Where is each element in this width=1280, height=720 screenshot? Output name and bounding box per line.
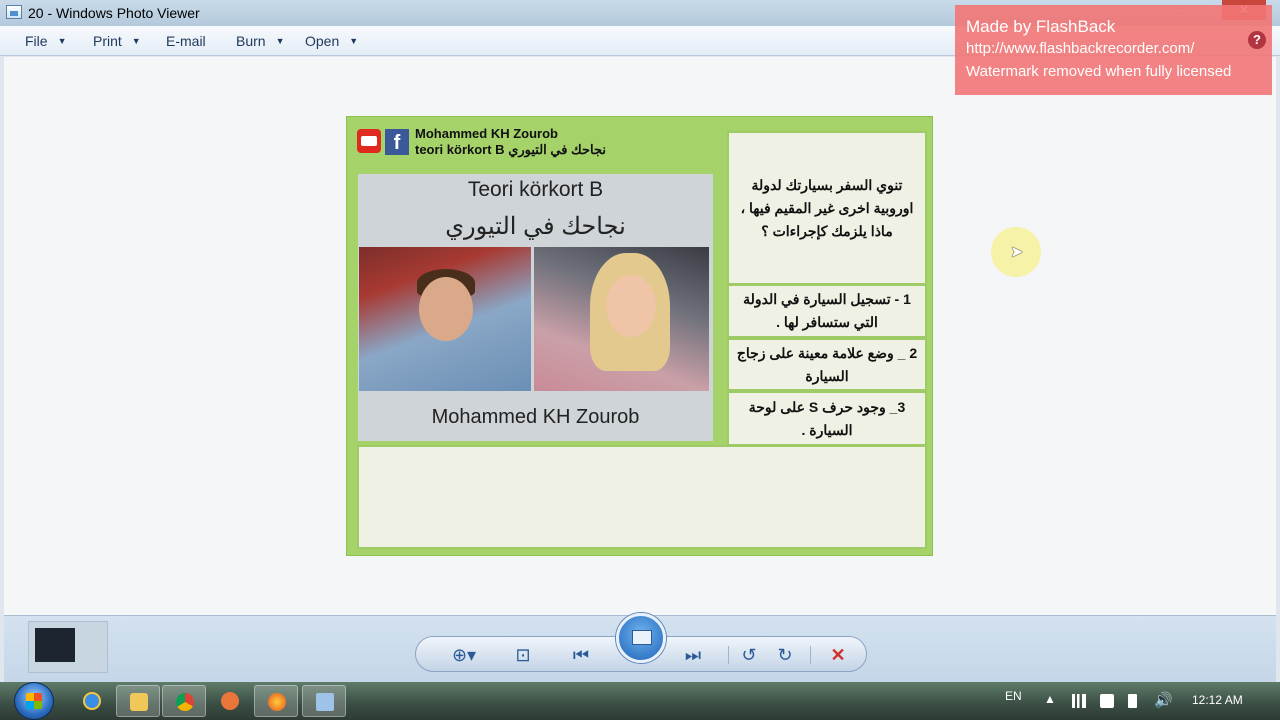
language-indicator[interactable]: EN — [1005, 689, 1022, 703]
delete-icon[interactable]: ✕ — [824, 643, 852, 667]
poster-title: Teori körkort B — [467, 178, 604, 201]
course-poster: Teori körkort B نجاحك في التيوري Mohamme… — [358, 174, 713, 441]
taskbar: EN ▲ 🔊 12:12 AM — [0, 682, 1280, 720]
menu-open-label: Open — [305, 33, 340, 49]
answer-area — [357, 445, 927, 549]
woman-in-car-photo — [534, 247, 709, 391]
photo-viewer-app-icon — [6, 5, 22, 19]
zoom-icon[interactable]: ⊕▾ — [446, 643, 482, 667]
answer-option-2: 2 _ وضع علامة معينة على زجاج السيارة — [727, 338, 927, 391]
chevron-down-icon: ▼ — [349, 36, 359, 46]
menu-print[interactable]: Print ▼ — [93, 33, 141, 49]
previous-icon[interactable]: ⏮ — [566, 643, 596, 667]
menu-burn[interactable]: Burn ▼ — [236, 33, 285, 49]
youtube-icon — [357, 129, 381, 153]
network-icon[interactable] — [1072, 694, 1086, 708]
volume-icon[interactable]: 🔊 — [1154, 691, 1173, 709]
menu-file[interactable]: File ▼ — [25, 33, 66, 49]
start-button[interactable] — [14, 682, 54, 720]
windows-logo-icon — [26, 693, 42, 709]
question-text: تنوي السفر بسيارتك لدولة اوروبية اخرى غي… — [727, 131, 927, 285]
rotate-counterclockwise-icon[interactable]: ↺ — [736, 643, 762, 667]
photo-viewer-icon[interactable] — [302, 685, 346, 717]
help-icon[interactable]: ? — [1248, 31, 1266, 49]
answer-option-1: 1 - تسجيل السيارة في الدولة التي ستسافر … — [727, 284, 927, 338]
watermark-title: Made by FlashBack — [966, 17, 1116, 36]
window-title: 20 - Windows Photo Viewer — [28, 5, 200, 21]
facebook-icon: f — [385, 129, 409, 155]
next-icon[interactable]: ⏭ — [678, 643, 708, 667]
firefox-icon[interactable] — [254, 685, 298, 717]
man-in-car-photo — [359, 247, 531, 391]
displayed-image: f Mohammed KH Zourob teori körkort B نجا… — [346, 116, 933, 556]
battery-icon[interactable] — [1128, 694, 1137, 708]
rotate-clockwise-icon[interactable]: ↻ — [772, 643, 798, 667]
chevron-down-icon: ▼ — [275, 36, 285, 46]
ie-icon[interactable] — [70, 685, 114, 717]
media-player-icon[interactable] — [208, 685, 252, 717]
brand-subtitle: teori körkort B نجاحك في التيوري — [415, 142, 607, 157]
poster-author-name: Mohammed KH Zourob — [431, 406, 640, 428]
menu-open[interactable]: Open ▼ — [305, 33, 358, 49]
menu-print-label: Print — [93, 33, 122, 49]
chrome-icon[interactable] — [162, 685, 206, 717]
show-hidden-icons-icon[interactable]: ▲ — [1044, 692, 1056, 706]
chevron-down-icon: ▼ — [131, 36, 141, 46]
poster-arabic-title: نجاحك في التيوري — [445, 213, 626, 240]
menu-email[interactable]: E-mail — [166, 33, 206, 49]
menu-burn-label: Burn — [236, 33, 266, 49]
answer-option-3: 3_ وجود حرف S على لوحة السيارة . — [727, 391, 927, 446]
menu-file-label: File — [25, 33, 48, 49]
slideshow-button[interactable] — [616, 613, 666, 663]
action-center-icon[interactable] — [1100, 694, 1114, 708]
explorer-icon[interactable] — [116, 685, 160, 717]
menu-email-label: E-mail — [166, 33, 206, 49]
chevron-down-icon: ▼ — [57, 36, 67, 46]
watermark-url[interactable]: http://www.flashbackrecorder.com/ — [966, 40, 1194, 57]
clock[interactable]: 12:12 AM — [1192, 693, 1243, 707]
image-thumbnail — [28, 621, 108, 673]
slideshow-icon — [632, 630, 652, 645]
watermark-note: Watermark removed when fully licensed — [966, 63, 1232, 80]
mouse-pointer-icon: ➤ — [1010, 244, 1024, 261]
flashback-watermark: Made by FlashBack http://www.flashbackre… — [955, 5, 1272, 95]
actual-size-icon[interactable]: ⊡ — [508, 643, 538, 667]
brand-name: Mohammed KH Zourob — [415, 126, 558, 141]
